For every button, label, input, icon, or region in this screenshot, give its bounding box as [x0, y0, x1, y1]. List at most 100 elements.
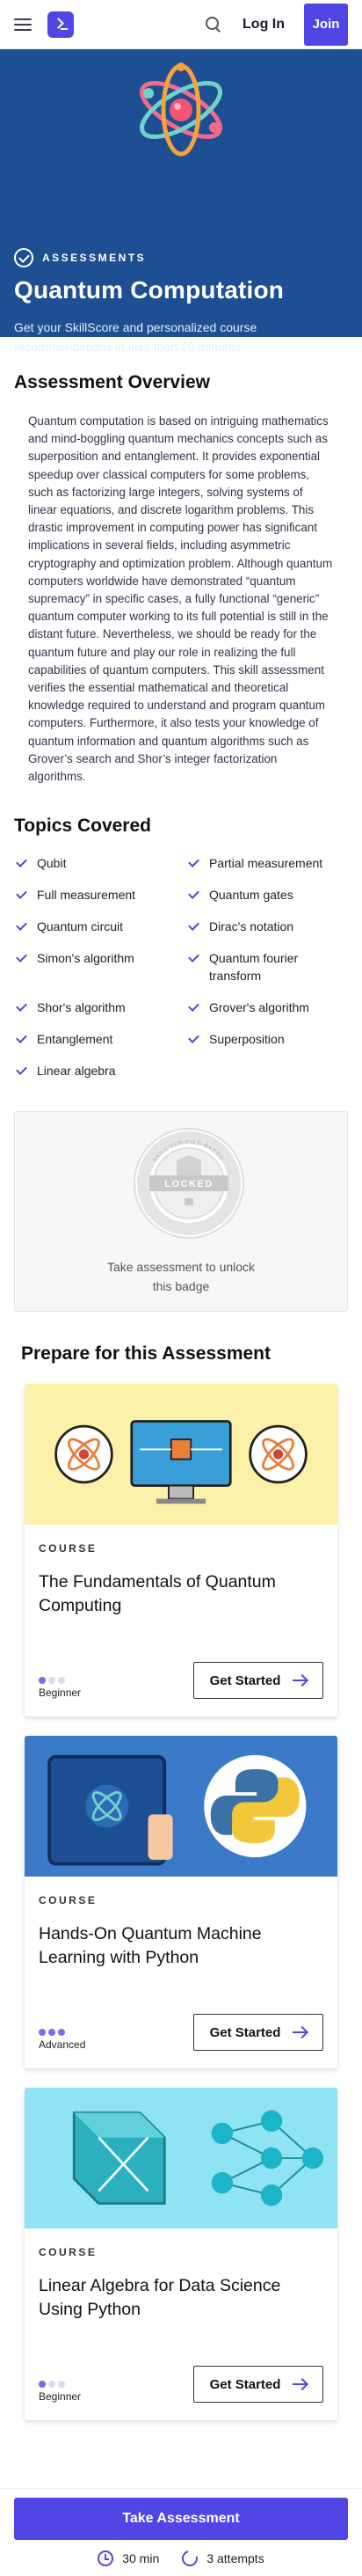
- assessments-tag: ASSESSMENTS: [14, 248, 146, 267]
- login-link[interactable]: Log In: [243, 17, 285, 33]
- get-started-label: Get Started: [209, 1672, 281, 1688]
- level-dot: [48, 2381, 55, 2389]
- check-icon: [16, 1064, 27, 1076]
- search-icon[interactable]: [206, 16, 221, 33]
- check-icon: [16, 888, 27, 900]
- topic-item: Grover's algorithm: [186, 999, 348, 1016]
- course-title[interactable]: Linear Algebra for Data Science Using Py…: [39, 2274, 323, 2322]
- course-card[interactable]: COURSE Linear Algebra for Data Science U…: [25, 2088, 337, 2421]
- assessment-meta: 30 min 3 attempts: [14, 2547, 348, 2570]
- course-image: [25, 2088, 337, 2229]
- check-icon: [188, 951, 199, 963]
- topics-title: Topics Covered: [14, 816, 151, 837]
- check-icon: [188, 856, 199, 868]
- course-card-list: COURSE The Fundamentals of Quantum Compu…: [21, 1384, 341, 2421]
- course-level: Beginner: [39, 2381, 81, 2403]
- prepare-title: Prepare for this Assessment: [21, 1343, 272, 1365]
- retry-icon: [179, 2547, 201, 2570]
- check-icon: [16, 1032, 27, 1044]
- take-assessment-button[interactable]: Take Assessment: [14, 2498, 348, 2540]
- get-started-label: Get Started: [209, 2024, 281, 2040]
- topic-label: Dirac's notation: [209, 919, 294, 934]
- topic-label: Quantum gates: [209, 888, 293, 903]
- overview-text: Quantum computation is based on intrigui…: [28, 414, 333, 784]
- topic-item: Simon's algorithm: [14, 949, 176, 984]
- level-dot: [48, 1677, 55, 1685]
- topic-item: Entanglement: [14, 1030, 176, 1048]
- course-kind: COURSE: [39, 1542, 98, 1555]
- clock-icon: [98, 2550, 114, 2566]
- menu-icon[interactable]: [14, 18, 32, 31]
- course-level: Beginner: [39, 1677, 81, 1699]
- check-icon: [16, 919, 27, 932]
- assessments-tag-label: ASSESSMENTS: [42, 252, 147, 264]
- topic-label: Grover's algorithm: [209, 1000, 309, 1015]
- level-dot: [58, 2381, 65, 2389]
- overview-title: Assessment Overview: [14, 372, 210, 392]
- check-icon: [16, 951, 27, 963]
- get-started-button[interactable]: Get Started: [193, 1662, 323, 1700]
- level-dot: [39, 1677, 46, 1685]
- get-started-button[interactable]: Get Started: [193, 2014, 323, 2052]
- course-footer: Beginner Get Started: [39, 1662, 323, 1700]
- check-icon: [188, 1000, 199, 1013]
- topics-list: Qubit Partial measurement Full measurement…: [14, 854, 348, 1079]
- atom-icon: [140, 62, 222, 157]
- arrow-right-icon: [293, 2383, 308, 2386]
- topic-item: Quantum fourier transform: [186, 949, 348, 984]
- course-card-body: COURSE Hands-On Quantum Machine Learning…: [25, 1877, 337, 2068]
- prepare-section: Prepare for this Assessment COURSE The F…: [0, 1312, 362, 2421]
- course-card[interactable]: COURSE The Fundamentals of Quantum Compu…: [25, 1384, 337, 1717]
- course-image: [25, 1384, 337, 1526]
- course-footer: Advanced Get Started: [39, 2014, 323, 2052]
- course-title[interactable]: Hands-On Quantum Machine Learning with P…: [39, 1922, 323, 1970]
- topic-label: Superposition: [209, 1032, 285, 1047]
- quantum-computer-illustration: [54, 1420, 308, 1504]
- overview-section: Assessment Overview Quantum computation …: [0, 337, 362, 786]
- topic-item: Full measurement: [14, 886, 176, 904]
- python-ml-illustration: [25, 1740, 337, 1873]
- top-nav: Log In Join: [0, 0, 362, 49]
- check-icon: [188, 919, 199, 932]
- topic-label: Full measurement: [37, 888, 136, 903]
- get-started-label: Get Started: [209, 2376, 281, 2392]
- level-label: Beginner: [39, 2390, 82, 2404]
- topic-label: Linear algebra: [37, 1064, 116, 1079]
- level-dot: [48, 2029, 55, 2037]
- join-button[interactable]: Join: [304, 3, 348, 46]
- topic-label: Simon's algorithm: [37, 951, 134, 966]
- course-title[interactable]: The Fundamentals of Quantum Computing: [39, 1570, 323, 1618]
- arrow-right-icon: [293, 2031, 308, 2034]
- locked-badge-icon: LOCKED SKILL VERIFIED BADGE: [134, 1128, 244, 1240]
- level-indicator: [39, 1677, 81, 1685]
- locked-badge-panel: LOCKED SKILL VERIFIED BADGE Take assessm…: [14, 1111, 348, 1313]
- hero-subtitle: Get your SkillScore and personalized cou…: [14, 320, 257, 354]
- brand-logo-icon[interactable]: [47, 11, 74, 38]
- level-indicator: [39, 2029, 85, 2037]
- topic-label: Quantum circuit: [37, 919, 124, 934]
- topic-item: Quantum circuit: [14, 918, 176, 935]
- course-kind: COURSE: [39, 2246, 98, 2259]
- topic-label: Entanglement: [37, 1032, 113, 1047]
- level-label: Beginner: [39, 1687, 82, 1700]
- topics-section: Topics Covered Qubit Partial measurement F…: [0, 786, 362, 1079]
- course-card-body: COURSE The Fundamentals of Quantum Compu…: [25, 1525, 337, 1716]
- attempts-info: 3 attempts: [179, 2547, 264, 2570]
- badge-caption: Take assessment to unlock this badge: [15, 1257, 347, 1296]
- assessment-footer: Take Assessment 30 min 3 attempts: [0, 2488, 362, 2576]
- check-icon: [188, 888, 199, 900]
- topic-label: Shor's algorithm: [37, 1000, 126, 1015]
- topic-item: Partial measurement: [186, 854, 348, 872]
- level-label: Advanced: [39, 2038, 86, 2052]
- course-card[interactable]: COURSE Hands-On Quantum Machine Learning…: [25, 1736, 337, 2069]
- level-dot: [39, 2029, 46, 2037]
- duration-info: 30 min: [98, 2550, 159, 2566]
- topic-item: Superposition: [186, 1030, 348, 1048]
- topic-item: Shor's algorithm: [14, 999, 176, 1016]
- course-level: Advanced: [39, 2029, 85, 2051]
- topic-label: Qubit: [37, 856, 67, 871]
- level-dot: [58, 2029, 65, 2037]
- get-started-button[interactable]: Get Started: [193, 2366, 323, 2404]
- topic-label: Quantum fourier transform: [209, 951, 299, 984]
- check-icon: [16, 1000, 27, 1013]
